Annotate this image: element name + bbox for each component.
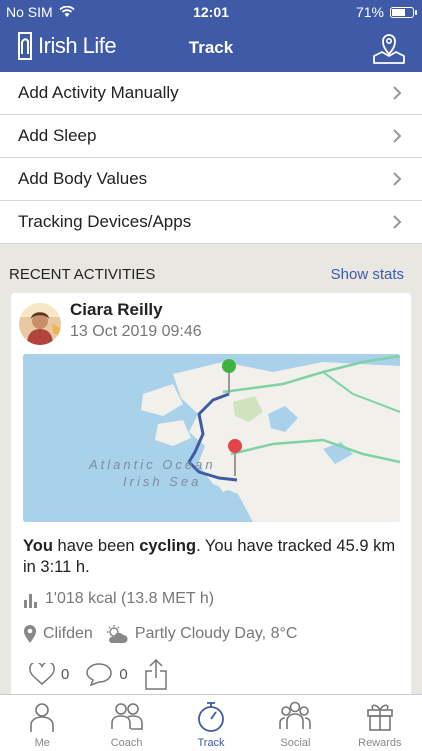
chevron-right-icon <box>393 215 402 229</box>
battery-percent: 71% <box>355 4 384 20</box>
status-bar: No SIM 12:01 71% <box>0 0 422 24</box>
bar-chart-icon <box>24 594 37 608</box>
tab-label: Rewards <box>358 737 402 749</box>
track-menu: Add Activity Manually Add Sleep Add Body… <box>0 72 422 244</box>
person-icon <box>30 703 55 732</box>
activity-actions: 0 0 <box>29 658 168 690</box>
add-body-values-item[interactable]: Add Body Values <box>0 158 422 201</box>
tab-label: Track <box>197 737 225 749</box>
show-stats-link[interactable]: Show stats <box>331 266 404 283</box>
chevron-right-icon <box>393 129 402 143</box>
heart-icon[interactable] <box>29 663 55 685</box>
tab-social[interactable]: Social <box>253 695 337 751</box>
tab-label: Social <box>280 737 311 749</box>
page-title: Track <box>188 38 234 57</box>
tab-coach[interactable]: Coach <box>84 695 168 751</box>
partly-cloudy-icon <box>106 625 128 643</box>
activity-date: 13 Oct 2019 09:46 <box>70 323 202 340</box>
share-icon[interactable] <box>144 658 168 690</box>
route-map[interactable]: Atlantic Ocean Irish Sea <box>23 354 400 522</box>
tab-me[interactable]: Me <box>0 695 84 751</box>
gift-icon <box>367 704 393 731</box>
calories-row: 1'018 kcal (13.8 MET h) <box>23 590 214 608</box>
avatar[interactable] <box>19 303 61 345</box>
comment-icon[interactable] <box>85 662 113 686</box>
stopwatch-icon <box>198 702 224 732</box>
avatar-image <box>19 303 61 345</box>
add-activity-manually-item[interactable]: Add Activity Manually <box>0 72 422 115</box>
comments-count: 0 <box>119 665 128 683</box>
bottom-tab-bar: Me Coach Track Social Rewards <box>0 694 422 751</box>
top-navigation-bar: Irish Life Track <box>0 24 422 72</box>
menu-item-label: Add Body Values <box>18 169 148 188</box>
summary-subject: You <box>23 537 53 555</box>
tab-rewards[interactable]: Rewards <box>338 695 422 751</box>
map-sea-label: Irish Sea <box>123 474 201 489</box>
summary-text-1: have been <box>52 537 140 555</box>
location-pin-icon <box>24 625 36 643</box>
chevron-right-icon <box>393 172 402 186</box>
menu-item-label: Tracking Devices/Apps <box>18 212 192 231</box>
location-name: Clifden <box>43 625 93 642</box>
group-icon <box>279 701 312 729</box>
map-graphic: Atlantic Ocean Irish Sea <box>23 354 400 522</box>
tab-label: Me <box>34 737 50 749</box>
menu-item-label: Add Activity Manually <box>18 83 179 102</box>
menu-item-label: Add Sleep <box>18 126 97 145</box>
battery-icon <box>390 6 417 18</box>
activity-summary: You have been cycling. You have tracked … <box>23 536 403 578</box>
weather-text: Partly Cloudy Day, 8°C <box>134 625 298 642</box>
activity-card[interactable]: Ciara Reilly 13 Oct 2019 09:46 Atlantic … <box>11 293 411 703</box>
map-ocean-label: Atlantic Ocean <box>88 457 216 472</box>
location-weather-row: Clifden Partly Cloudy Day, 8°C <box>23 624 297 644</box>
coach-icon <box>110 703 143 730</box>
tab-label: Coach <box>110 737 143 749</box>
section-title: RECENT ACTIVITIES <box>9 266 156 283</box>
tracking-devices-apps-item[interactable]: Tracking Devices/Apps <box>0 201 422 244</box>
map-location-icon[interactable] <box>372 32 406 64</box>
recent-activities-header: RECENT ACTIVITIES Show stats <box>0 262 422 286</box>
tab-track[interactable]: Track <box>169 695 253 751</box>
summary-activity-type: cycling <box>139 537 197 555</box>
calories-value: 1'018 kcal (13.8 MET h) <box>45 590 215 607</box>
user-name[interactable]: Ciara Reilly <box>70 300 163 320</box>
add-sleep-item[interactable]: Add Sleep <box>0 115 422 158</box>
likes-count: 0 <box>61 665 70 683</box>
chevron-right-icon <box>393 86 402 100</box>
